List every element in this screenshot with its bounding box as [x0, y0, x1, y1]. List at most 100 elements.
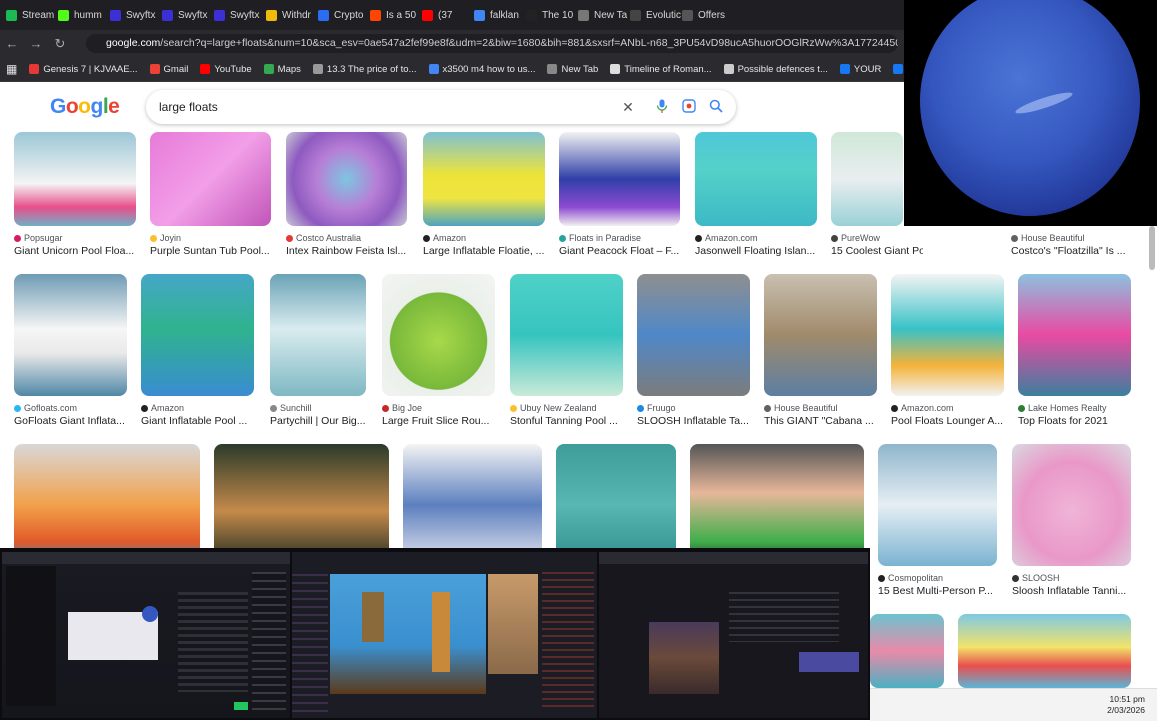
- image-result-title[interactable]: This GIANT "Cabana ...: [764, 415, 897, 427]
- image-result-title[interactable]: 15 Best Multi-Person P...: [878, 585, 1017, 597]
- url-field[interactable]: google.com/search?q=large+floats&num=10&…: [86, 34, 898, 53]
- search-icon[interactable]: [708, 99, 724, 115]
- image-result-title[interactable]: Purple Suntan Tub Pool...: [150, 245, 291, 257]
- image-result-title[interactable]: Jasonwell Floating Islan...: [695, 245, 837, 257]
- image-result-thumbnail[interactable]: [150, 132, 271, 226]
- google-logo[interactable]: Google: [50, 95, 120, 119]
- forward-arrow-icon[interactable]: →: [24, 36, 48, 51]
- image-result-title[interactable]: Giant Peacock Float – F...: [559, 245, 700, 257]
- image-result-thumbnail[interactable]: [270, 274, 366, 396]
- scrollbar-thumb[interactable]: [1149, 226, 1155, 270]
- browser-tab[interactable]: Evolutic: [624, 0, 681, 30]
- image-result-source[interactable]: Lake Homes Realty: [1018, 403, 1131, 413]
- image-result-title[interactable]: 15 Coolest Giant Pool Floats For ...: [831, 245, 923, 257]
- image-result-title[interactable]: Giant Unicorn Pool Floa...: [14, 245, 156, 257]
- image-result-title[interactable]: Giant Inflatable Pool ...: [141, 415, 274, 427]
- image-result-thumbnail[interactable]: [637, 274, 750, 396]
- image-result-thumbnail[interactable]: [831, 132, 903, 226]
- image-result-thumbnail[interactable]: [423, 132, 545, 226]
- image-result-thumbnail[interactable]: [286, 132, 407, 226]
- image-result-source[interactable]: Big Joe: [382, 403, 495, 413]
- image-result-title[interactable]: Stonful Tanning Pool ...: [510, 415, 643, 427]
- bookmark-item[interactable]: 13.3 The price of to...: [307, 64, 423, 75]
- bookmark-item[interactable]: Possible defences t...: [718, 64, 834, 75]
- image-result-source[interactable]: Joyin: [150, 233, 271, 243]
- page-scrollbar[interactable]: [1148, 226, 1156, 696]
- image-result-title[interactable]: Pool Floats Lounger A...: [891, 415, 1024, 427]
- browser-tab[interactable]: humm: [52, 0, 104, 30]
- browser-tab[interactable]: Crypto: [312, 0, 364, 30]
- image-result-title[interactable]: Intex Rainbow Feista Isl...: [286, 245, 427, 257]
- image-result-thumbnail[interactable]: [1012, 444, 1131, 566]
- image-result-source[interactable]: Floats in Paradise: [559, 233, 680, 243]
- image-result-thumbnail[interactable]: [510, 274, 623, 396]
- bookmark-item[interactable]: YOUR: [834, 64, 887, 75]
- image-result-thumbnail[interactable]: [891, 274, 1004, 396]
- image-result-source[interactable]: Sunchill: [270, 403, 366, 413]
- bookmark-item[interactable]: Gmail: [144, 64, 195, 75]
- image-result-title[interactable]: GoFloats Giant Inflata...: [14, 415, 147, 427]
- bookmark-item[interactable]: Genesis 7 | KJVAAE...: [23, 64, 143, 75]
- image-result-source[interactable]: SLOOSH: [1012, 573, 1131, 583]
- browser-tab[interactable]: Withdr: [260, 0, 312, 30]
- back-arrow-icon[interactable]: ←: [0, 36, 24, 51]
- clear-icon[interactable]: ✕: [620, 99, 636, 115]
- image-result-source[interactable]: House Beautiful: [764, 403, 877, 413]
- image-result-title[interactable]: Sloosh Inflatable Tanni...: [1012, 585, 1151, 597]
- image-result-thumbnail[interactable]: [764, 274, 877, 396]
- image-result-thumbnail[interactable]: [958, 614, 1131, 688]
- browser-tab[interactable]: Is a 50: [364, 0, 416, 30]
- image-result-source[interactable]: PureWow: [831, 233, 903, 243]
- image-result-thumbnail[interactable]: [1018, 274, 1131, 396]
- apps-grid-icon[interactable]: ▦: [0, 62, 23, 76]
- browser-tab[interactable]: Offers: [676, 0, 728, 30]
- browser-tab[interactable]: falklan: [468, 0, 520, 30]
- bookmark-item[interactable]: Timeline of Roman...: [604, 64, 717, 75]
- image-result-thumbnail[interactable]: [878, 444, 997, 566]
- image-result-source[interactable]: Amazon: [423, 233, 545, 243]
- image-result-thumbnail[interactable]: [382, 274, 495, 396]
- image-result-title[interactable]: Large Inflatable Floatie, ...: [423, 245, 565, 257]
- browser-tab[interactable]: New Ta: [572, 0, 627, 30]
- image-result-source[interactable]: House Beautiful: [1011, 233, 1131, 243]
- image-result-source[interactable]: Amazon.com: [695, 233, 817, 243]
- image-result-title[interactable]: SLOOSH Inflatable Ta...: [637, 415, 770, 427]
- image-result-thumbnail[interactable]: [870, 614, 944, 688]
- search-box[interactable]: large floats ✕: [146, 90, 736, 124]
- search-input[interactable]: large floats: [159, 90, 218, 124]
- lens-icon[interactable]: [681, 99, 697, 115]
- reload-icon[interactable]: ↻: [48, 36, 72, 52]
- bookmark-item[interactable]: New Tab: [541, 64, 604, 75]
- image-result-source[interactable]: Ubuy New Zealand: [510, 403, 623, 413]
- bookmark-item[interactable]: Maps: [258, 64, 307, 75]
- image-result-thumbnail[interactable]: [141, 274, 254, 396]
- image-result-thumbnail[interactable]: [14, 132, 136, 226]
- bookmark-item[interactable]: Facebook green: [887, 64, 904, 75]
- bookmark-item[interactable]: x3500 m4 how to us...: [423, 64, 542, 75]
- image-result-source[interactable]: Costco Australia: [286, 233, 407, 243]
- image-result-source[interactable]: Cosmopolitan: [878, 573, 997, 583]
- browser-tab[interactable]: Swyftx: [208, 0, 260, 30]
- image-result-title[interactable]: Top Floats for 2021: [1018, 415, 1151, 427]
- browser-tab[interactable]: The 10: [520, 0, 573, 30]
- image-result-source[interactable]: Amazon.com: [891, 403, 1004, 413]
- source-name: Amazon.com: [901, 403, 954, 413]
- image-result-source[interactable]: Amazon: [141, 403, 254, 413]
- image-result-title[interactable]: Costco's "Floatzilla" Is ...: [1011, 245, 1151, 257]
- browser-tab[interactable]: Swyftx: [104, 0, 156, 30]
- image-result-source[interactable]: Fruugo: [637, 403, 750, 413]
- browser-tab[interactable]: Swyftx: [156, 0, 208, 30]
- planet-overlay-image: [904, 0, 1157, 226]
- system-clock[interactable]: 10:51 pm 2/03/2026: [1107, 694, 1145, 716]
- browser-tab[interactable]: Stream: [0, 0, 54, 30]
- image-result-title[interactable]: Large Fruit Slice Rou...: [382, 415, 515, 427]
- image-result-thumbnail[interactable]: [695, 132, 817, 226]
- image-result-thumbnail[interactable]: [14, 274, 127, 396]
- image-result-title[interactable]: Partychill | Our Big...: [270, 415, 386, 427]
- browser-tab[interactable]: (37: [416, 0, 468, 30]
- bookmark-item[interactable]: YouTube: [194, 64, 257, 75]
- image-result-source[interactable]: Gofloats.com: [14, 403, 127, 413]
- mic-icon[interactable]: [654, 99, 670, 115]
- image-result-thumbnail[interactable]: [559, 132, 680, 226]
- image-result-source[interactable]: Popsugar: [14, 233, 136, 243]
